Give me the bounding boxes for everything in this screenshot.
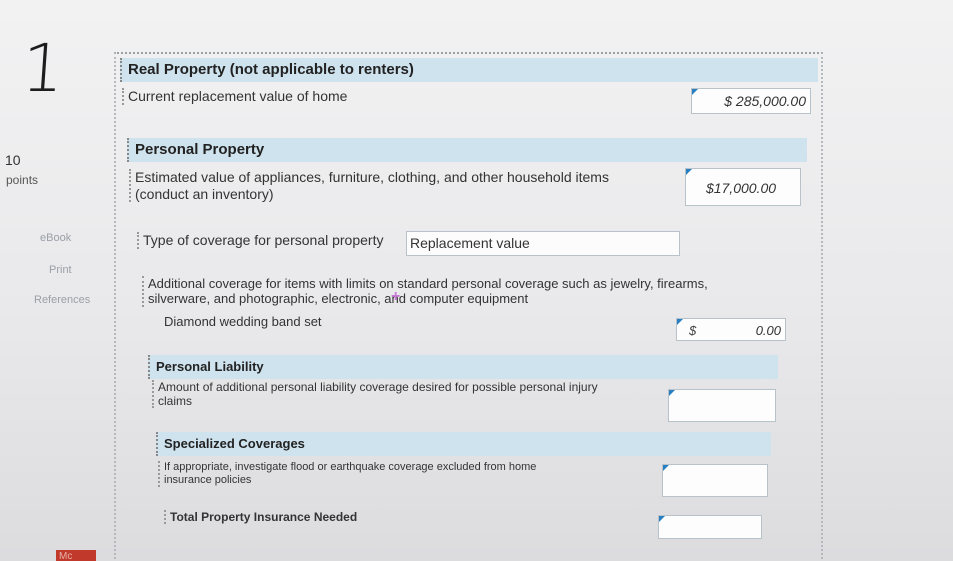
personal-property-label-line1: Estimated value of appliances, furniture…	[135, 169, 609, 185]
home-value-input[interactable]: $ 285,000.00	[691, 88, 811, 114]
specialized-label-line1: If appropriate, investigate flood or ear…	[164, 461, 537, 473]
personal-liability-input[interactable]	[668, 389, 776, 422]
specialized-label-line2: insurance policies	[164, 473, 252, 486]
question-number: 1	[19, 30, 67, 107]
wedding-band-label: Diamond wedding band set	[164, 314, 322, 329]
personal-property-label: Estimated value of appliances, furniture…	[129, 169, 609, 203]
coverage-type-select[interactable]: Replacement value	[406, 231, 680, 256]
personal-property-label-line2: (conduct an inventory)	[135, 185, 274, 202]
additional-coverage-line1: Additional coverage for items with limit…	[148, 276, 708, 291]
specialized-coverages-input[interactable]	[662, 464, 768, 497]
additional-coverage-line2: silverware, and photographic, electronic…	[148, 291, 529, 307]
specialized-coverages-label: If appropriate, investigate flood or ear…	[158, 461, 536, 487]
points-value: 10	[5, 152, 21, 168]
personal-liability-label-line1: Amount of additional personal liability …	[158, 380, 598, 394]
assignment-page: 1 10 points eBook Print References Mc Re…	[0, 0, 953, 561]
references-link[interactable]: References	[34, 294, 90, 306]
crosshair-cursor-icon: +	[391, 288, 401, 305]
total-insurance-label: Total Property Insurance Needed	[164, 510, 357, 525]
personal-liability-label-line2: claims	[158, 394, 193, 409]
real-property-heading: Real Property (not applicable to renters…	[120, 58, 818, 82]
wedding-band-input[interactable]: $ 0.00	[676, 318, 786, 341]
wedding-band-amount: 0.00	[755, 323, 781, 338]
additional-coverage-text: Additional coverage for items with limit…	[142, 276, 708, 307]
personal-liability-label: Amount of additional personal liability …	[152, 380, 598, 409]
ebook-link[interactable]: eBook	[40, 232, 71, 244]
publisher-logo: Mc	[56, 550, 96, 561]
wedding-band-currency: $	[689, 323, 697, 338]
specialized-coverages-heading: Specialized Coverages	[156, 432, 771, 456]
personal-property-heading: Personal Property	[127, 138, 807, 162]
coverage-type-label: Type of coverage for personal property	[137, 232, 383, 249]
personal-liability-heading: Personal Liability	[148, 355, 778, 379]
home-value-label: Current replacement value of home	[122, 88, 347, 105]
total-insurance-input[interactable]	[658, 515, 762, 539]
print-link[interactable]: Print	[49, 264, 72, 276]
points-label: points	[6, 173, 39, 187]
personal-property-input[interactable]: $17,000.00	[685, 168, 801, 206]
